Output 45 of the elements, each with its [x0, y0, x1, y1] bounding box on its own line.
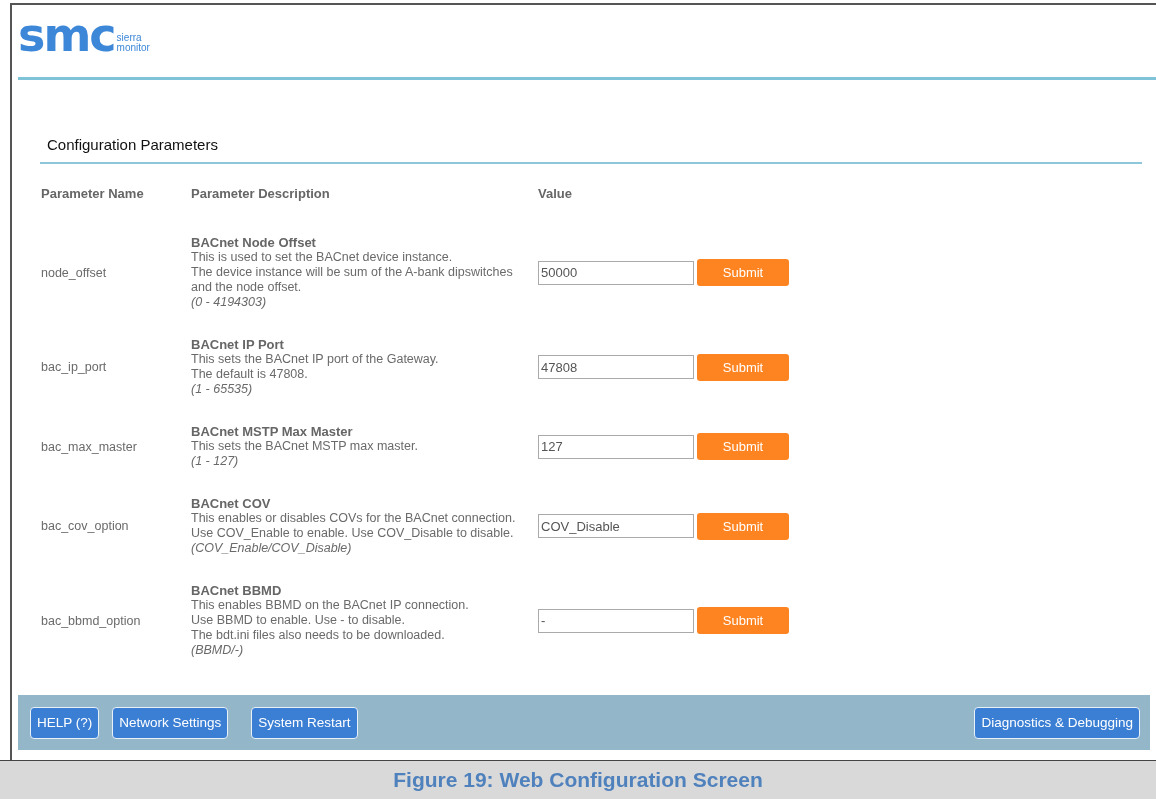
nav-button[interactable]: Diagnostics & Debugging [974, 706, 1140, 739]
description-line: Use BBMD to enable. Use - to disable. [191, 613, 406, 628]
value-field[interactable]: 50000 [538, 260, 694, 285]
value-range: (1 - 127) [191, 454, 240, 469]
description-line: The bdt.ini files also needs to be downloaded. [191, 628, 446, 643]
description-line: Use COV_Enable to enable. Use COV_Disable to disable. [191, 526, 515, 541]
parameter-name: node_offset [41, 265, 108, 280]
description-line: This sets the BACnet MSTP max master. [191, 439, 419, 454]
parameter-title: BACnet IP Port [191, 337, 285, 352]
submit-button[interactable]: Submit [697, 512, 789, 540]
value-field[interactable]: 127 [538, 434, 694, 459]
parameter-title: BACnet COV [191, 496, 272, 511]
description-line: This sets the BACnet IP port of the Gateway. [191, 352, 440, 367]
nav-button[interactable]: HELP (?) [30, 706, 100, 739]
description-line: This enables or disables COVs for the BACnet connection. [191, 511, 517, 526]
nav-button[interactable]: Network Settings [112, 706, 229, 739]
description-line: This enables BBMD on the BACnet IP connection. [191, 598, 470, 613]
parameter-title: BACnet MSTP Max Master [191, 424, 354, 439]
value-range: (0 - 4194303) [191, 295, 268, 310]
submit-button[interactable]: Submit [697, 353, 789, 381]
description-line: The default is 47808. [191, 367, 309, 382]
description-line: and the node offset. [191, 280, 303, 295]
parameter-title: BACnet Node Offset [191, 235, 317, 250]
parameter-name: bac_bbmd_option [41, 613, 142, 628]
value-range: (1 - 65535) [191, 382, 254, 397]
description-line: The device instance will be sum of the A-bank dipswitches [191, 265, 514, 280]
value-field[interactable]: COV_Disable [538, 514, 694, 538]
parameter-name: bac_ip_port [41, 360, 108, 374]
column-header: Parameter Name [41, 186, 145, 201]
description-line: This is used to set the BACnet device instance. [191, 250, 454, 265]
value-field[interactable]: 47808 [538, 355, 694, 379]
value-range: (COV_Enable/COV_Disable) [191, 541, 353, 556]
nav-button[interactable]: System Restart [251, 706, 358, 739]
figure-caption: Figure 19: Web Configuration Screen [393, 768, 763, 792]
submit-button[interactable]: Submit [697, 433, 789, 460]
parameter-name: bac_max_master [41, 439, 138, 454]
column-header: Parameter Description [191, 186, 331, 201]
parameter-name: bac_cov_option [41, 519, 130, 533]
submit-button[interactable]: Submit [697, 607, 789, 634]
column-header: Value [538, 186, 573, 201]
parameter-title: BACnet BBMD [191, 583, 283, 598]
value-field[interactable]: - [538, 608, 694, 633]
section-title: Configuration Parameters [46, 136, 219, 153]
value-range: (BBMD/-) [191, 643, 245, 658]
submit-button[interactable]: Submit [697, 259, 789, 286]
